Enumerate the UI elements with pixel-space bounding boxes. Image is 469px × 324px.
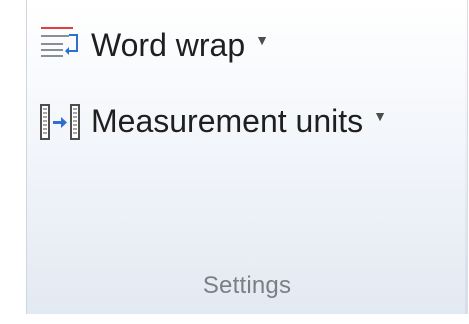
word-wrap-button[interactable]: Word wrap ▼ — [39, 20, 269, 70]
group-label-settings: Settings — [202, 272, 292, 299]
word-wrap-label: Word wrap — [91, 27, 246, 63]
word-wrap-icon — [41, 27, 78, 57]
ribbon-frame: Word wrap ▼ Measurement units ▼ Settings — [0, 0, 469, 324]
settings-group: Word wrap ▼ Measurement units ▼ Settings — [26, 0, 468, 314]
chevron-down-icon: ▼ — [255, 32, 269, 48]
measurement-units-button[interactable]: Measurement units ▼ — [39, 96, 387, 146]
measurement-units-label: Measurement units — [91, 103, 364, 139]
measurement-units-icon — [40, 104, 80, 140]
chevron-down-icon: ▼ — [373, 108, 387, 124]
